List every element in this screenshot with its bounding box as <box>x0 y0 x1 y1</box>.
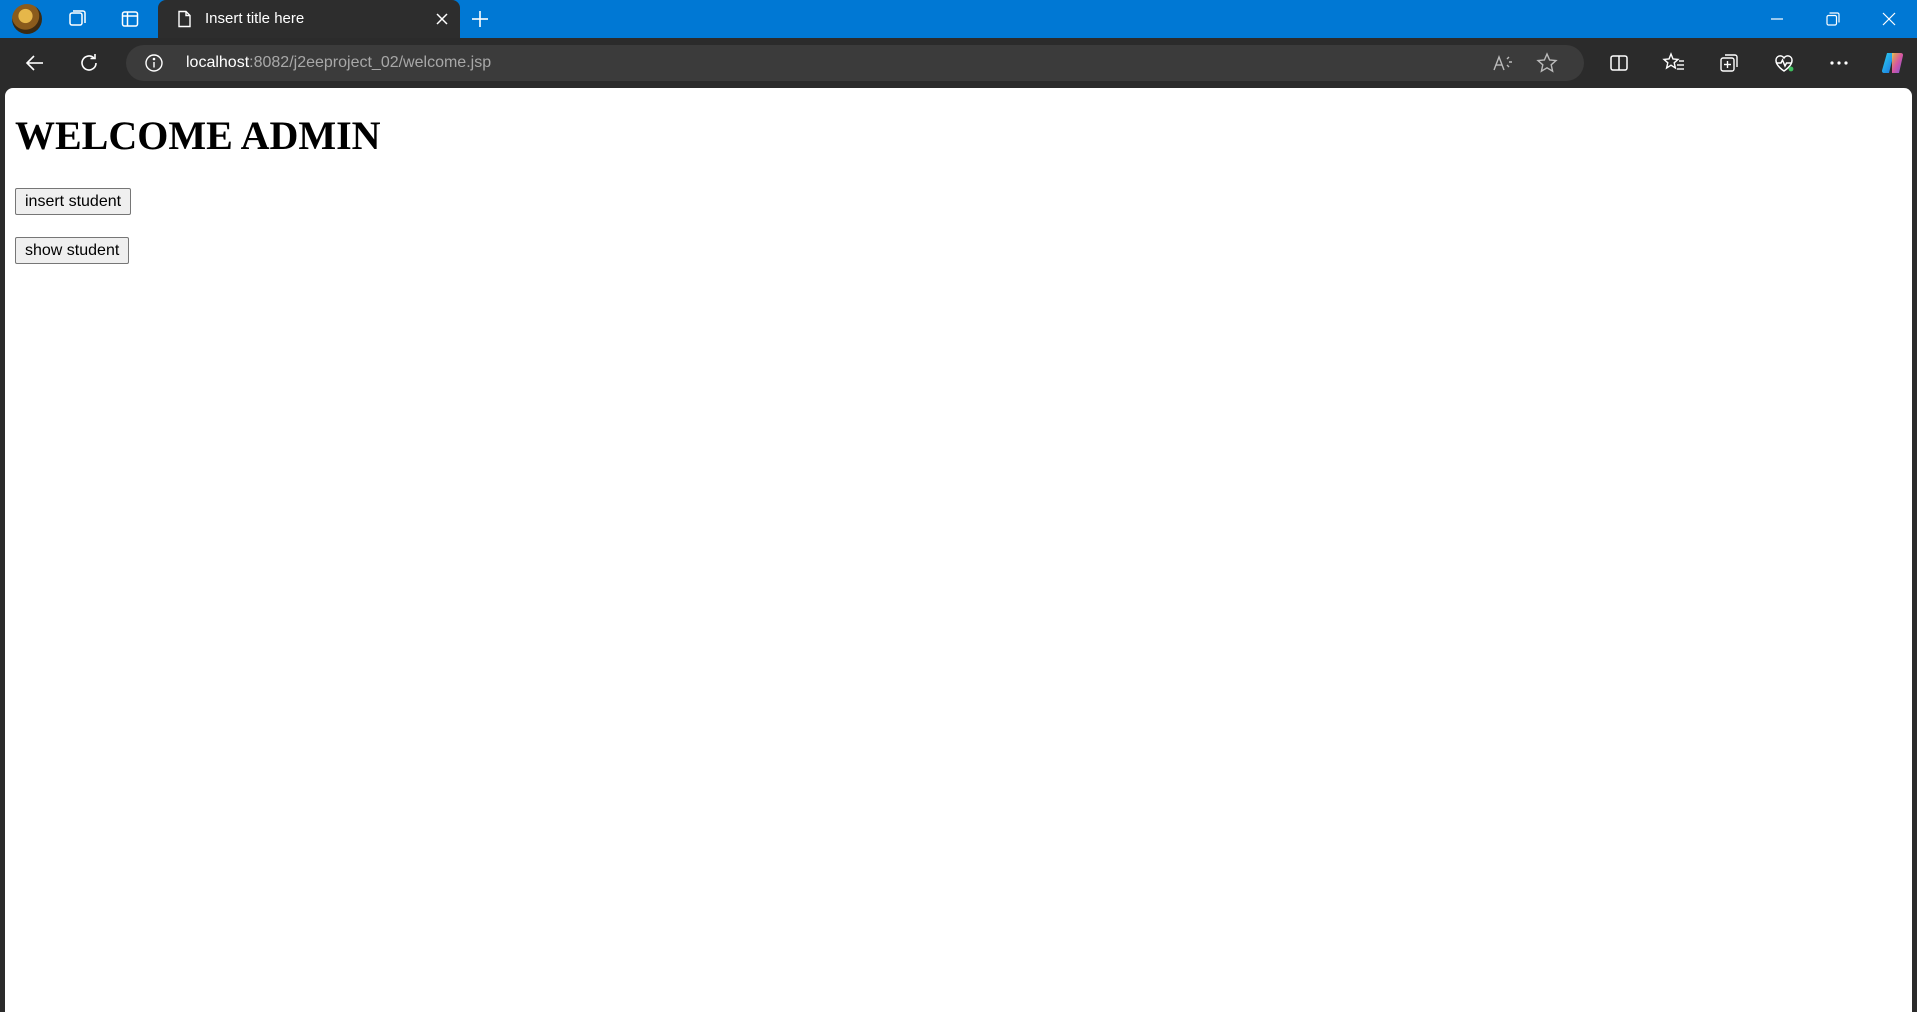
url-path: :8082/j2eeproject_02/welcome.jsp <box>249 54 492 71</box>
read-aloud-icon[interactable] <box>1490 51 1516 75</box>
close-icon[interactable] <box>432 9 452 29</box>
profile-avatar-icon[interactable] <box>12 4 42 34</box>
address-bar[interactable]: localhost:8082/j2eeproject_02/welcome.js… <box>126 45 1584 81</box>
page-icon <box>178 10 191 28</box>
tab-title: Insert title here <box>205 10 305 27</box>
url-text[interactable]: localhost:8082/j2eeproject_02/welcome.js… <box>186 54 491 72</box>
tab-actions-icon[interactable] <box>113 3 147 35</box>
favorites-list-icon[interactable] <box>1657 47 1691 79</box>
show-student-button[interactable]: show student <box>15 237 130 264</box>
url-host: localhost <box>186 54 250 71</box>
star-icon[interactable] <box>1534 51 1560 75</box>
workspaces-icon[interactable] <box>60 3 94 35</box>
minimize-icon[interactable] <box>1749 0 1805 38</box>
insert-student-button[interactable]: insert student <box>15 188 132 215</box>
more-dots-icon[interactable] <box>1822 47 1856 79</box>
restore-icon[interactable] <box>1805 0 1861 38</box>
page-viewport: WELCOME ADMIN insert student show studen… <box>5 88 1912 1012</box>
heart-pulse-icon[interactable] <box>1767 47 1801 79</box>
back-arrow-icon[interactable] <box>18 47 52 79</box>
collections-icon[interactable] <box>1712 47 1746 79</box>
title-bar: Insert title here <box>0 0 1917 38</box>
window-close-icon[interactable] <box>1861 0 1917 38</box>
active-tab[interactable]: Insert title here <box>158 0 460 38</box>
copilot-icon[interactable] <box>1876 47 1910 79</box>
plus-icon[interactable] <box>466 6 494 32</box>
split-screen-icon[interactable] <box>1602 47 1636 79</box>
refresh-icon[interactable] <box>72 47 106 79</box>
browser-toolbar: localhost:8082/j2eeproject_02/welcome.js… <box>0 38 1917 88</box>
page-heading: WELCOME ADMIN <box>15 113 381 158</box>
info-icon[interactable] <box>144 53 164 73</box>
